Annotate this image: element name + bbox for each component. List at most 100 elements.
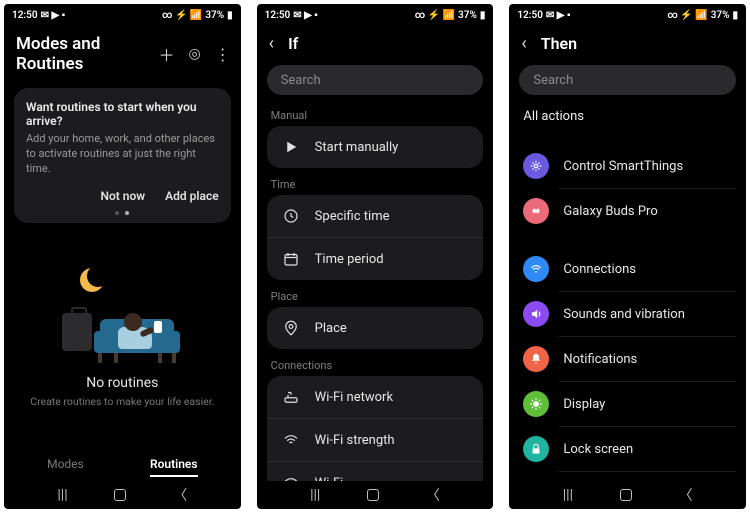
- pin-icon: [281, 318, 301, 338]
- suggestion-card-body: Add your home, work, and other places to…: [26, 132, 219, 177]
- condition-place[interactable]: Place: [267, 307, 484, 349]
- status-app-icons: ✉ ▶ ▪: [293, 10, 318, 21]
- buds-icon: [523, 198, 549, 224]
- calendar-icon: [281, 249, 301, 269]
- system-nav-bar: ||| 〈: [509, 481, 746, 509]
- empty-state-subtitle: Create routines to make your life easier…: [30, 395, 214, 408]
- back-icon[interactable]: ‹: [269, 35, 274, 53]
- tab-routines[interactable]: Routines: [150, 457, 198, 477]
- condition-start-manually[interactable]: Start manually: [267, 126, 484, 168]
- row-label: Wi-Fi strength: [315, 433, 395, 448]
- status-app-icons: ✉ ▶ ▪: [41, 10, 66, 21]
- more-icon[interactable]: ⋮: [215, 45, 231, 64]
- search-placeholder: Search: [533, 73, 573, 88]
- status-time: 12:50: [12, 10, 38, 21]
- status-bar: 12:50 ✉ ▶ ▪ ∞ ⚡ 📶 37% ▮: [257, 4, 494, 26]
- not-now-button[interactable]: Not now: [100, 189, 145, 203]
- page-header: ‹ If: [257, 26, 494, 61]
- action-sounds[interactable]: Sounds and vibration: [559, 291, 736, 336]
- system-nav-bar: ||| 〈: [4, 481, 241, 509]
- add-icon[interactable]: ＋: [158, 42, 174, 66]
- section-label-connections: Connections: [271, 359, 480, 372]
- battery-icon: ▮: [733, 10, 739, 21]
- phone-modes-and-routines: 12:50 ✉ ▶ ▪ ∞ ⚡ 📶 37% ▮ Modes and Routin…: [4, 4, 241, 509]
- carousel-dots: [26, 211, 219, 215]
- smartthings-icon: [523, 153, 549, 179]
- recents-button[interactable]: |||: [563, 487, 573, 503]
- search-placeholder: Search: [281, 73, 321, 88]
- condition-wifi-network[interactable]: Wi-Fi network: [267, 376, 484, 418]
- all-actions-label: All actions: [523, 109, 584, 124]
- row-label: Lock screen: [563, 442, 633, 457]
- status-battery: 37%: [205, 10, 224, 21]
- home-button[interactable]: [114, 489, 126, 501]
- row-label: Connections: [563, 262, 636, 277]
- tab-modes[interactable]: Modes: [47, 457, 84, 477]
- add-place-button[interactable]: Add place: [165, 189, 219, 203]
- condition-wifi[interactable]: Wi-Fi: [267, 461, 484, 481]
- wifi-strength-icon: [281, 430, 301, 450]
- home-button[interactable]: [367, 489, 379, 501]
- row-label: Notifications: [563, 352, 637, 367]
- back-icon[interactable]: ‹: [521, 35, 526, 53]
- phone-then-actions: 12:50 ✉ ▶ ▪ ∞ ⚡ 📶 37% ▮ ‹ Then Search Al…: [509, 4, 746, 509]
- condition-time-period[interactable]: Time period: [267, 237, 484, 280]
- status-bar: 12:50 ✉ ▶ ▪ ∞ ⚡ 📶 37% ▮: [509, 4, 746, 26]
- empty-state: No routines Create routines to make your…: [4, 223, 241, 447]
- battery-icon: ▮: [227, 10, 233, 21]
- status-battery: 37%: [711, 10, 730, 21]
- action-display[interactable]: Display: [559, 381, 736, 426]
- system-nav-bar: ||| 〈: [257, 481, 494, 509]
- empty-state-title: No routines: [86, 375, 158, 391]
- connections-icon: [523, 256, 549, 282]
- back-button[interactable]: 〈: [679, 485, 693, 505]
- suggestion-card: Want routines to start when you arrive? …: [14, 88, 231, 223]
- action-connections[interactable]: Connections: [519, 247, 736, 291]
- back-button[interactable]: 〈: [173, 485, 187, 505]
- back-button[interactable]: 〈: [426, 485, 440, 505]
- row-label: Place: [315, 321, 347, 336]
- action-security[interactable]: Security: [559, 471, 736, 481]
- recents-button[interactable]: |||: [57, 487, 67, 503]
- status-network-icons: ∞ ⚡ 📶: [162, 10, 202, 21]
- row-label: Galaxy Buds Pro: [563, 204, 657, 219]
- action-lock-screen[interactable]: Lock screen: [559, 426, 736, 471]
- row-label: Wi-Fi network: [315, 390, 393, 405]
- play-icon: [281, 137, 301, 157]
- row-label: Specific time: [315, 209, 390, 224]
- empty-illustration: [62, 268, 182, 363]
- section-label-manual: Manual: [271, 109, 480, 122]
- discover-icon[interactable]: ◎: [188, 46, 200, 62]
- suggestion-card-title: Want routines to start when you arrive?: [26, 100, 219, 128]
- action-notifications[interactable]: Notifications: [559, 336, 736, 381]
- action-smartthings[interactable]: Control SmartThings: [519, 144, 736, 188]
- status-app-icons: ✉ ▶ ▪: [546, 10, 571, 21]
- condition-specific-time[interactable]: Specific time: [267, 195, 484, 237]
- actions-list: All actions Control SmartThings Galaxy B…: [509, 99, 746, 481]
- status-network-icons: ∞ ⚡ 📶: [667, 10, 707, 21]
- condition-wifi-strength[interactable]: Wi-Fi strength: [267, 418, 484, 461]
- status-time: 12:50: [517, 10, 543, 21]
- wifi-icon: [281, 473, 301, 481]
- phone-if-conditions: 12:50 ✉ ▶ ▪ ∞ ⚡ 📶 37% ▮ ‹ If Search Manu…: [257, 4, 494, 509]
- page-title: If: [288, 34, 298, 53]
- status-time: 12:50: [265, 10, 291, 21]
- status-battery: 37%: [458, 10, 477, 21]
- status-bar: 12:50 ✉ ▶ ▪ ∞ ⚡ 📶 37% ▮: [4, 4, 241, 26]
- row-label: Time period: [315, 252, 384, 267]
- status-network-icons: ∞ ⚡ 📶: [415, 10, 455, 21]
- bottom-tabs: Modes Routines: [4, 447, 241, 481]
- row-label: Display: [563, 397, 605, 412]
- page-header: ‹ Then: [509, 26, 746, 61]
- row-label: Start manually: [315, 140, 399, 155]
- action-galaxy-buds[interactable]: Galaxy Buds Pro: [559, 188, 736, 233]
- section-label-time: Time: [271, 178, 480, 191]
- page-title: Modes and Routines: [16, 34, 158, 74]
- recents-button[interactable]: |||: [310, 487, 320, 503]
- search-input[interactable]: Search: [267, 65, 484, 95]
- clock-icon: [281, 206, 301, 226]
- search-input[interactable]: Search: [519, 65, 736, 95]
- row-label: Sounds and vibration: [563, 307, 685, 322]
- home-button[interactable]: [620, 489, 632, 501]
- all-actions-row[interactable]: All actions: [519, 99, 736, 134]
